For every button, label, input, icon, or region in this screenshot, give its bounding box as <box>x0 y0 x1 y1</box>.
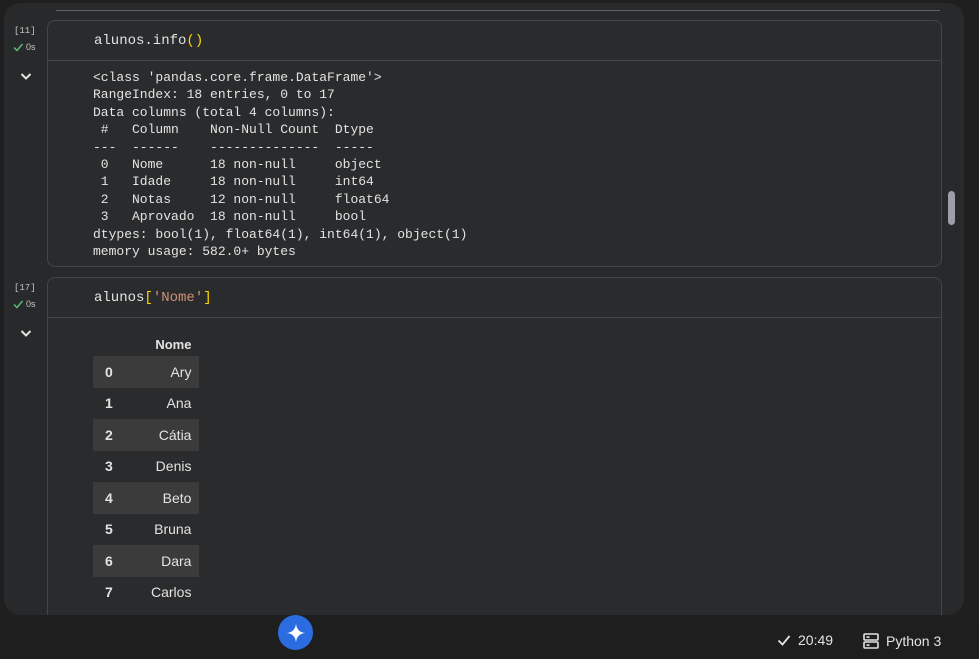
cell-value: Ana <box>166 395 192 412</box>
code-bracket: ] <box>203 290 212 306</box>
cell-value: Bruna <box>154 521 192 538</box>
table-row: 3 Denis <box>93 451 199 483</box>
cell-value: Ary <box>143 356 200 388</box>
row-index: 0 <box>93 356 143 388</box>
code-cell[interactable]: alunos.info() <class 'pandas.core.frame.… <box>47 20 942 267</box>
stream-output: <class 'pandas.core.frame.DataFrame'> Ra… <box>93 70 468 260</box>
table-header-row: Nome <box>93 332 199 356</box>
row-index: 3 <box>105 458 113 475</box>
notebook-panel: [11] 0s alunos.info() <class 'pandas.cor… <box>4 3 964 615</box>
code-string: 'Nome' <box>152 290 204 306</box>
code-line[interactable]: alunos.info() <box>94 33 203 49</box>
dataframe-table: Nome 0 Ary 1 Ana 2 Cátia 3 Denis 4 Beto … <box>93 332 200 609</box>
table-row: 5 Bruna <box>93 514 199 546</box>
runtime-label: Python 3 <box>886 633 942 649</box>
code-cell[interactable]: alunos['Nome'] Nome 0 Ary 1 Ana 2 Cátia … <box>47 277 942 615</box>
cell-value: Carlos <box>151 584 192 601</box>
cell-editor[interactable]: alunos['Nome'] <box>48 278 941 318</box>
divider <box>56 10 940 11</box>
row-index: 6 <box>93 545 143 577</box>
table-row: 7 Carlos <box>93 577 199 609</box>
code-paren: () <box>186 33 204 49</box>
cell-value: Cátia <box>143 419 200 451</box>
row-index: 1 <box>105 395 113 412</box>
index-header <box>93 332 143 356</box>
table-row: 2 Cátia <box>93 419 200 451</box>
collapse-output-button[interactable] <box>18 68 34 84</box>
chevron-down-icon <box>20 73 32 80</box>
chevron-down-icon <box>20 330 32 337</box>
check-icon <box>13 300 24 309</box>
code-bracket: [ <box>144 290 153 306</box>
code-text: alunos <box>94 290 145 306</box>
execution-time: 0s <box>26 299 36 309</box>
execution-count: [11] <box>14 26 36 36</box>
cell-value: Denis <box>155 458 192 475</box>
cell-value: Beto <box>143 482 200 514</box>
check-icon <box>777 635 791 646</box>
row-index: 4 <box>93 482 143 514</box>
collapse-output-button[interactable] <box>18 325 34 341</box>
execution-status: 0s <box>12 298 36 310</box>
check-icon <box>13 43 24 52</box>
table-row: 4 Beto <box>93 482 200 514</box>
row-index: 2 <box>93 419 143 451</box>
sparkle-icon <box>286 623 305 642</box>
table-row: 1 Ana <box>93 388 199 420</box>
row-index: 5 <box>105 521 113 538</box>
gemini-button[interactable] <box>278 615 313 650</box>
execution-time-status[interactable]: 20:49 <box>776 632 833 648</box>
execution-count: [17] <box>14 283 36 293</box>
last-run-time: 20:49 <box>798 632 834 648</box>
code-line[interactable]: alunos['Nome'] <box>94 290 212 306</box>
server-icon <box>863 633 879 649</box>
runtime-status[interactable]: Python 3 <box>862 632 941 650</box>
cell-editor[interactable]: alunos.info() <box>48 21 941 61</box>
column-header: Nome <box>155 336 192 352</box>
execution-time: 0s <box>26 42 36 52</box>
scrollbar-thumb[interactable] <box>948 191 955 225</box>
code-text: alunos.info <box>94 33 187 49</box>
table-row: 6 Dara <box>93 545 200 577</box>
execution-status: 0s <box>12 41 36 53</box>
table-row: 0 Ary <box>93 356 200 388</box>
cell-value: Dara <box>143 545 200 577</box>
row-index: 7 <box>105 584 113 601</box>
